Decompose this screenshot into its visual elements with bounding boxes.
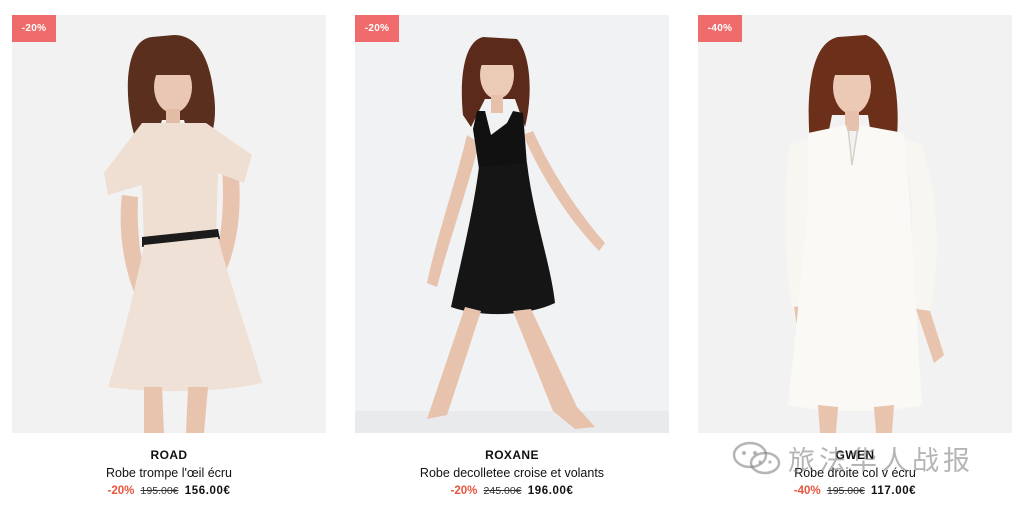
discount-percent: -40% bbox=[793, 485, 821, 497]
discount-badge: -20% bbox=[12, 15, 56, 42]
wechat-icon bbox=[732, 441, 781, 475]
product-image-road[interactable]: -20% bbox=[12, 15, 326, 433]
product-card-gwen[interactable]: -40% GWEN Robe droite col v écru -40% 19… bbox=[698, 15, 1012, 497]
discount-percent: -20% bbox=[450, 485, 478, 497]
discount-badge: -20% bbox=[355, 15, 399, 42]
product-card-road[interactable]: -20% ROAD Robe trompe l'œil écru -20% 19… bbox=[12, 15, 326, 497]
sale-price: 196.00€ bbox=[527, 485, 574, 497]
product-image-roxane[interactable]: -20% bbox=[355, 15, 669, 433]
discount-badge: -40% bbox=[698, 15, 742, 42]
product-info: ROXANE Robe decolletee croise et volants… bbox=[355, 447, 669, 499]
sale-price: 117.00€ bbox=[871, 485, 917, 497]
watermark: 旅法华人战报 bbox=[732, 438, 974, 478]
product-image-gwen[interactable]: -40% bbox=[698, 15, 1012, 433]
old-price: 195.00€ bbox=[826, 485, 865, 497]
watermark-text: 旅法华人战报 bbox=[788, 445, 974, 477]
product-prices: -40% 195.00€ 117.00€ bbox=[698, 483, 1012, 499]
product-info: ROAD Robe trompe l'œil écru -20% 195.00€… bbox=[12, 447, 326, 499]
product-prices: -20% 245.00€ 196.00€ bbox=[355, 483, 669, 499]
discount-percent: -20% bbox=[107, 485, 135, 497]
product-grid: -20% ROAD Robe trompe l'œil écru -20% 19… bbox=[0, 0, 1024, 509]
product-name[interactable]: ROAD bbox=[12, 447, 326, 463]
product-description[interactable]: Robe decolletee croise et volants bbox=[355, 464, 669, 482]
old-price: 245.00€ bbox=[483, 485, 522, 497]
product-card-roxane[interactable]: -20% ROXANE Robe decolletee croise et vo… bbox=[355, 15, 669, 497]
old-price: 195.00€ bbox=[140, 485, 179, 497]
product-prices: -20% 195.00€ 156.00€ bbox=[12, 483, 326, 499]
sale-price: 156.00€ bbox=[184, 485, 231, 497]
product-description[interactable]: Robe trompe l'œil écru bbox=[12, 464, 326, 482]
product-name[interactable]: ROXANE bbox=[355, 447, 669, 463]
